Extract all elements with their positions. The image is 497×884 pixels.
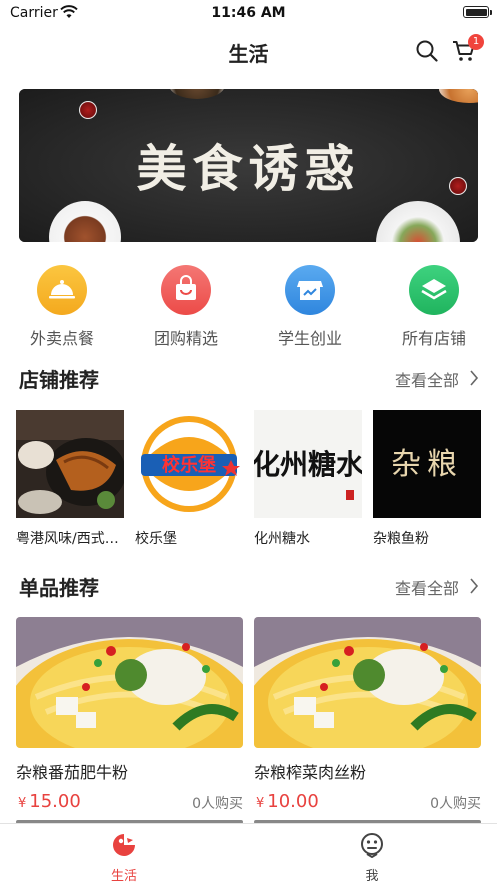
chevron-right-icon[interactable] [469,370,479,390]
store-card[interactable]: 杂粮 杂粮鱼粉 [373,410,481,548]
store-name: 杂粮鱼粉 [373,531,429,547]
category-all-stores[interactable]: 所有店铺 [379,265,489,349]
purchase-count: 0人购买 [430,796,481,812]
tab-label: 生活 [110,869,137,884]
view-all-stores-link[interactable]: 查看全部 [395,367,459,391]
category-group-buy[interactable]: 团购精选 [131,265,241,349]
store-name: 粤港风味/西式简餐 [16,531,126,547]
food-cloche-icon [37,265,87,315]
tab-me[interactable]: 我 [248,832,496,884]
logo-text: 校乐堡 [162,454,216,476]
products-section-header: 单品推荐 查看全部 [0,572,497,602]
store-logo: 化州糖水 [254,410,362,518]
tab-life[interactable]: 生活 [0,832,248,884]
store-card[interactable]: 粤港风味/西式简餐 [16,410,126,548]
tab-label: 我 [365,869,379,884]
store-card[interactable]: 校乐堡 校乐堡 [135,410,243,548]
chevron-right-icon[interactable] [469,578,479,598]
clock: 11:46 AM [211,5,286,21]
product-name: 杂粮番茄肥牛粉 [16,763,129,782]
purchase-count: 0人购买 [192,796,243,812]
profile-icon [359,833,385,862]
product-card[interactable]: 杂粮榨菜肉丝粉 ¥10.00 0人购买 [254,617,481,815]
product-price: ¥10.00 [256,791,319,812]
shopping-bag-icon [161,265,211,315]
sauce-bowl-image [79,101,97,119]
cart-badge: 1 [468,34,484,50]
status-bar: Carrier 11:46 AM [0,0,497,26]
banner-headline: 美食诱惑 [136,139,361,198]
view-all-products-link[interactable]: 查看全部 [395,575,459,599]
logo-text: 杂粮 [391,447,463,482]
logo-text: 化州糖水 [254,448,362,481]
category-takeout[interactable]: 外卖点餐 [7,265,117,349]
category-label: 所有店铺 [401,329,466,348]
store-name: 校乐堡 [135,531,177,547]
life-icon [111,834,137,862]
nav-bar: 生活 1 [0,26,497,76]
category-grid: 外卖点餐 团购精选 学生创业 所有店铺 [0,265,497,348]
store-image [16,410,124,518]
storefront-icon [285,265,335,315]
promo-banner[interactable]: 美食诱惑 [19,89,478,242]
product-image [16,617,243,748]
layers-icon [409,265,459,315]
store-logo: 校乐堡 [135,410,243,518]
banner-page-indicator [19,236,478,242]
store-card[interactable]: 化州糖水 化州糖水 [254,410,362,548]
store-name: 化州糖水 [254,531,310,547]
search-icon[interactable] [416,40,438,66]
category-label: 学生创业 [277,329,342,348]
tab-bar: 生活 我 [0,823,497,884]
category-label: 团购精选 [153,329,218,348]
category-label: 外卖点餐 [29,329,94,348]
battery-icon [463,6,492,18]
category-student-startup[interactable]: 学生创业 [255,265,365,349]
section-title: 店铺推荐 [19,368,99,392]
section-title: 单品推荐 [19,576,99,600]
store-logo: 杂粮 [373,410,481,518]
product-price: ¥15.00 [18,791,81,812]
product-card[interactable]: 杂粮番茄肥牛粉 ¥15.00 0人购买 [16,617,243,815]
stores-section-header: 店铺推荐 查看全部 [0,364,497,394]
product-image [254,617,481,748]
product-name: 杂粮榨菜肉丝粉 [254,763,367,782]
